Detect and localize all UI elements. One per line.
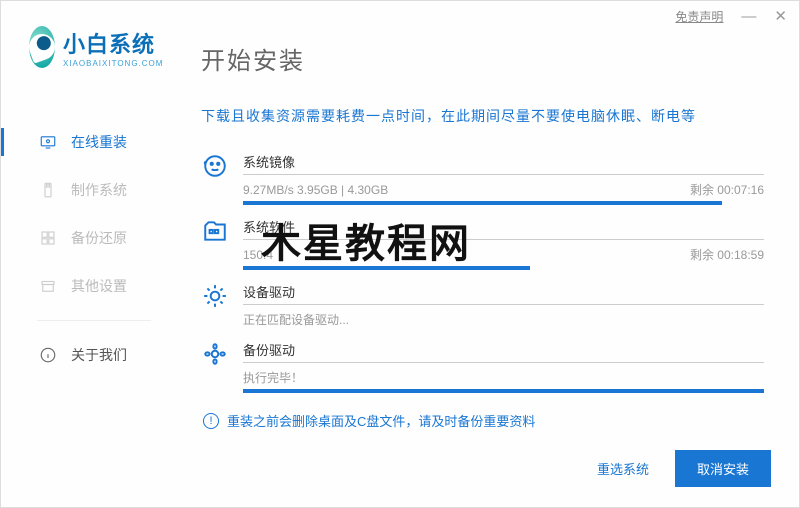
task-system-image: 系统镜像 9.27MB/s 3.95GB | 4.30GB 剩余 00:07:1… <box>201 144 764 209</box>
sidebar-item-label: 备份还原 <box>71 228 127 248</box>
app-window: 免责声明 — ✕ 小白系统 XIAOBAIXITONG.COM 在线重装 制作系… <box>0 0 800 508</box>
menu-separator <box>37 320 151 321</box>
sidebar-item-label: 在线重装 <box>71 132 127 152</box>
warning-row: ! 重装之前会删除桌面及C盘文件，请及时备份重要资料 <box>203 411 764 430</box>
logo-icon <box>29 26 55 68</box>
gear-icon <box>201 282 229 310</box>
minimize-button[interactable]: — <box>741 9 756 24</box>
face-icon <box>201 152 229 180</box>
progress-bar <box>243 201 722 205</box>
task-stats: 正在匹配设备驱动... <box>243 311 349 328</box>
sidebar-item-label: 关于我们 <box>71 345 127 365</box>
logo-title: 小白系统 <box>63 27 163 59</box>
sidebar-item-online-reinstall[interactable]: 在线重装 <box>1 118 181 166</box>
task-remain: 剩余 00:07:16 <box>690 181 764 198</box>
folder-grid-icon <box>201 217 229 245</box>
sidebar: 小白系统 XIAOBAIXITONG.COM 在线重装 制作系统 备份还原 <box>1 31 181 507</box>
sidebar-item-label: 其他设置 <box>71 276 127 296</box>
archive-icon <box>39 277 57 295</box>
task-system-software: 系统软件 150.4 剩余 00:18:59 <box>201 209 764 274</box>
tasks-list: 系统镜像 9.27MB/s 3.95GB | 4.30GB 剩余 00:07:1… <box>201 144 764 397</box>
flower-gear-icon <box>201 340 229 368</box>
sidebar-item-label: 制作系统 <box>71 180 127 200</box>
task-backup-driver: 备份驱动 执行完毕！ <box>201 332 764 397</box>
task-stats: 9.27MB/s 3.95GB | 4.30GB <box>243 183 388 197</box>
task-title: 备份驱动 <box>243 340 764 359</box>
footer-actions: 重选系统 取消安装 <box>585 450 771 487</box>
close-button[interactable]: ✕ <box>774 9 787 24</box>
progress-bar <box>243 266 530 270</box>
task-device-driver: 设备驱动 正在匹配设备驱动... <box>201 274 764 332</box>
task-stats: 150.4 <box>243 248 273 262</box>
sidebar-menu: 在线重装 制作系统 备份还原 其他设置 关于我们 <box>1 118 181 379</box>
logo-subtitle: XIAOBAIXITONG.COM <box>63 59 163 68</box>
grid-icon <box>39 229 57 247</box>
cancel-install-button[interactable]: 取消安装 <box>675 450 771 487</box>
task-title: 设备驱动 <box>243 282 764 301</box>
task-remain: 剩余 00:18:59 <box>690 246 764 263</box>
page-title: 开始安装 <box>201 41 764 76</box>
progress-bar <box>243 389 764 393</box>
task-title: 系统软件 <box>243 217 764 236</box>
task-title: 系统镜像 <box>243 152 764 171</box>
sidebar-item-other-settings[interactable]: 其他设置 <box>1 262 181 310</box>
usb-icon <box>39 181 57 199</box>
sidebar-item-about[interactable]: 关于我们 <box>1 331 181 379</box>
monitor-icon <box>39 133 57 151</box>
app-logo: 小白系统 XIAOBAIXITONG.COM <box>1 21 181 88</box>
reselect-system-button[interactable]: 重选系统 <box>585 451 661 486</box>
sidebar-item-make-system[interactable]: 制作系统 <box>1 166 181 214</box>
main-content: 开始安装 下载且收集资源需要耗费一点时间，在此期间尽量不要使电脑休眠、断电等 系… <box>181 31 799 507</box>
warning-text: 重装之前会删除桌面及C盘文件，请及时备份重要资料 <box>227 411 535 430</box>
disclaimer-link[interactable]: 免责声明 <box>675 8 723 25</box>
task-stats: 执行完毕！ <box>243 369 303 386</box>
sidebar-item-backup-restore[interactable]: 备份还原 <box>1 214 181 262</box>
warning-icon: ! <box>203 413 219 429</box>
page-note: 下载且收集资源需要耗费一点时间，在此期间尽量不要使电脑休眠、断电等 <box>201 106 764 126</box>
info-icon <box>39 346 57 364</box>
